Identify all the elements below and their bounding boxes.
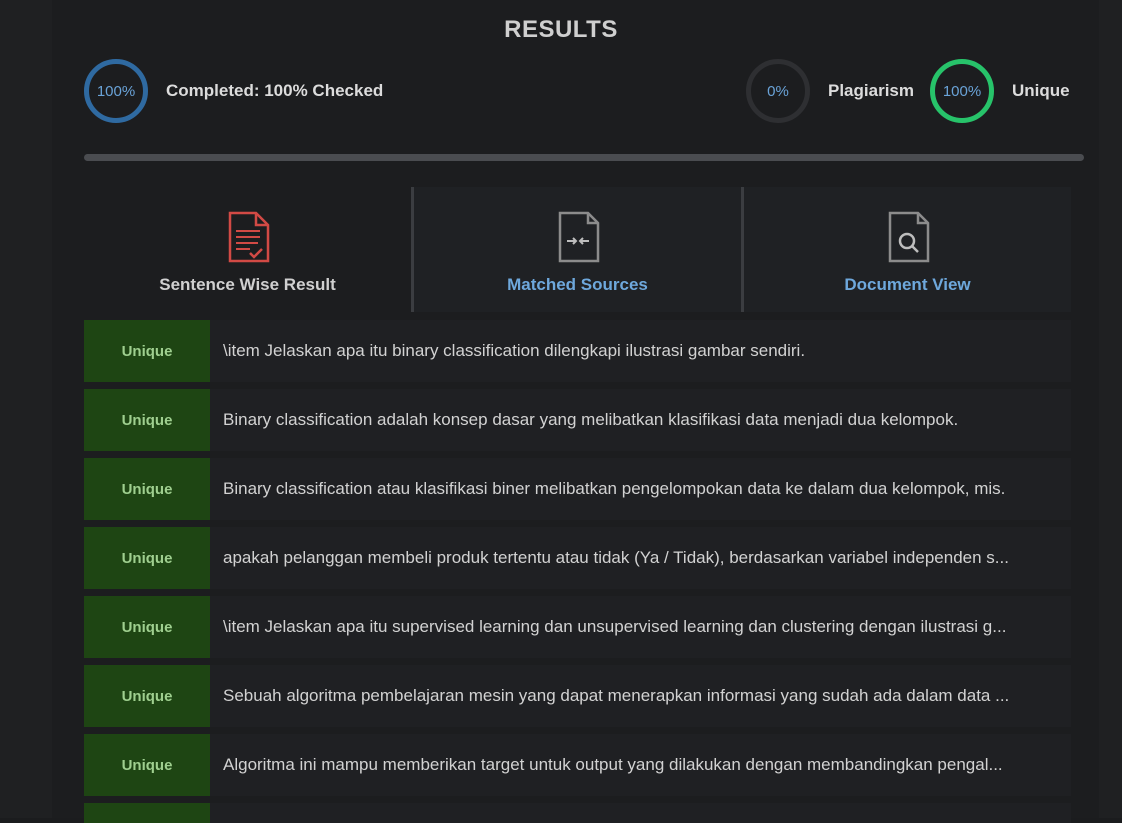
sentence-text: Algoritma ini mampu memberikan target un… — [210, 734, 1071, 796]
status-badge: Unique — [84, 596, 210, 658]
result-row[interactable]: Unique Binary classification atau klasif… — [84, 458, 1071, 520]
sentence-text-value: apakah pelanggan membeli produk tertentu… — [223, 548, 1009, 567]
status-badge: Unique — [84, 734, 210, 796]
sentence-text: Binary classification adalah konsep dasa… — [210, 389, 1071, 451]
plagiarism-label: Plagiarism — [828, 81, 914, 100]
sentence-text: \item Jelaskan apa itu binary classifica… — [210, 320, 1071, 382]
sentence-text-value: Binary classification adalah konsep dasa… — [223, 410, 959, 429]
unique-label: Unique — [1012, 81, 1070, 100]
result-row[interactable]: Unique \item Jelaskan apa itu binary cla… — [84, 320, 1071, 382]
report-icon — [228, 211, 269, 263]
sentence-text-value: Binary classification atau klasifikasi b… — [223, 479, 1006, 498]
plagiarism-ring: 0% — [746, 59, 810, 123]
tab-sentence-wise-result-label: Sentence Wise Result — [159, 275, 336, 294]
sentence-results-list: Unique \item Jelaskan apa itu binary cla… — [84, 320, 1071, 823]
status-badge: Unique — [84, 389, 210, 451]
result-row[interactable]: Unique Sebuah algoritma pembelajaran mes… — [84, 665, 1071, 727]
results-title: RESULTS — [504, 16, 618, 43]
unique-ring: 100% — [930, 59, 994, 123]
status-badge: Unique — [84, 527, 210, 589]
result-row-partial[interactable] — [84, 803, 1071, 823]
left-sidebar-strip — [0, 0, 53, 818]
sentence-text: \item Jelaskan apa itu supervised learni… — [210, 596, 1071, 658]
tab-matched-sources[interactable]: Matched Sources — [411, 187, 741, 312]
sentence-text-value: Algoritma ini mampu memberikan target un… — [223, 755, 1003, 774]
right-scroll-strip — [1099, 0, 1122, 818]
result-row[interactable]: Unique \item Jelaskan apa itu supervised… — [84, 596, 1071, 658]
sentence-text: apakah pelanggan membeli produk tertentu… — [210, 527, 1071, 589]
result-tabs: Sentence Wise Result Matched Sources Doc… — [84, 187, 1071, 312]
result-row[interactable]: Unique apakah pelanggan membeli produk t… — [84, 527, 1071, 589]
sentence-text-partial — [210, 803, 1071, 823]
tab-document-view-label: Document View — [844, 275, 971, 294]
status-badge: Unique — [84, 320, 210, 382]
tab-matched-sources-label: Matched Sources — [507, 275, 648, 294]
completed-label: Completed: 100% Checked — [166, 81, 384, 100]
sentence-text-value: \item Jelaskan apa itu supervised learni… — [223, 617, 1007, 636]
completed-ring: 100% — [84, 59, 148, 123]
result-row[interactable]: Unique Binary classification adalah kons… — [84, 389, 1071, 451]
sentence-text: Binary classification atau klasifikasi b… — [210, 458, 1071, 520]
check-progress-bar — [84, 154, 1084, 161]
result-row[interactable]: Unique Algoritma ini mampu memberikan ta… — [84, 734, 1071, 796]
document-search-icon — [888, 211, 929, 263]
compare-icon — [558, 211, 599, 263]
status-badge: Unique — [84, 665, 210, 727]
tab-sentence-wise-result[interactable]: Sentence Wise Result — [84, 187, 411, 312]
tab-document-view[interactable]: Document View — [741, 187, 1071, 312]
status-badge: Unique — [84, 458, 210, 520]
sentence-text-value: \item Jelaskan apa itu binary classifica… — [223, 341, 806, 360]
sentence-text-value: Sebuah algoritma pembelajaran mesin yang… — [223, 686, 1010, 705]
sentence-text: Sebuah algoritma pembelajaran mesin yang… — [210, 665, 1071, 727]
status-badge-partial — [84, 803, 210, 823]
